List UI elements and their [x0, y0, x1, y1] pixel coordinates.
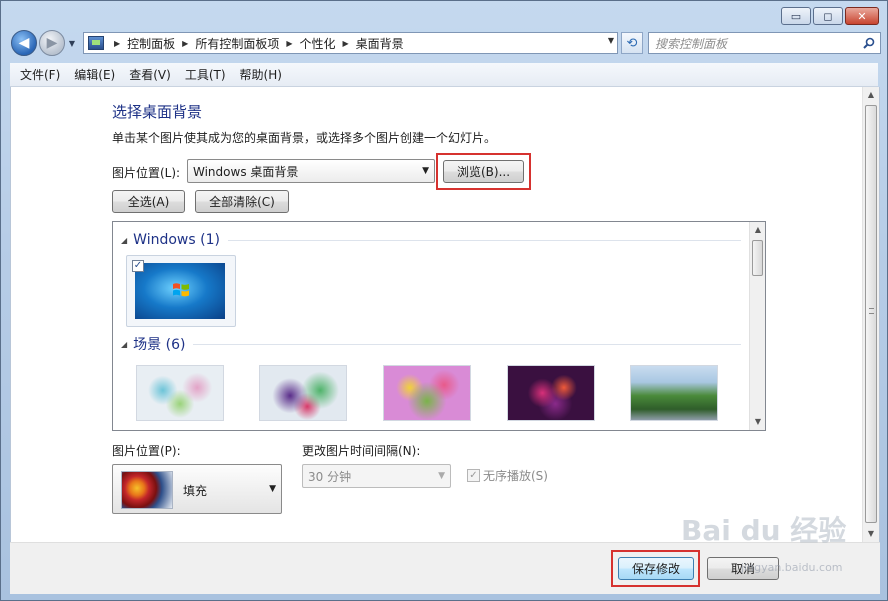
menu-tools[interactable]: 工具(T)	[185, 66, 226, 83]
thumbnail-checkbox[interactable]: ✓	[132, 260, 144, 272]
caption-buttons: ▭ ◻ ✕	[781, 7, 879, 25]
menu-file[interactable]: 文件(F)	[20, 66, 60, 83]
scroll-up-icon[interactable]: ▲	[863, 87, 879, 103]
breadcrumb-desktop-background[interactable]: 桌面背景	[356, 35, 404, 52]
picture-position-value: 填充	[183, 484, 208, 498]
close-button[interactable]: ✕	[845, 7, 879, 25]
content-scrollbar[interactable]: ▲ ▼	[862, 87, 879, 542]
picture-location-value: Windows 桌面背景	[193, 164, 299, 179]
interval-label: 更改图片时间间隔(N):	[302, 444, 421, 458]
chevron-down-icon: ▼	[422, 166, 429, 176]
control-panel-icon	[88, 36, 104, 50]
group-header-windows[interactable]: ◢ Windows (1)	[121, 232, 741, 248]
control-panel-window: ▭ ◻ ✕ ◀ ▶ ▼ ▶ 控制面板 ▶ 所有控制面板项 ▶ 个性化 ▶ 桌面背…	[0, 0, 888, 601]
baidu-watermark-url: jingyan.baidu.com	[741, 561, 843, 574]
chevron-right-icon[interactable]: ▶	[286, 39, 292, 48]
gallery-scrollbar[interactable]: ▲ ▼	[749, 222, 765, 430]
interval-select[interactable]: 30 分钟 ▼	[302, 464, 451, 488]
chevron-right-icon[interactable]: ▶	[114, 39, 120, 48]
recent-pages-dropdown[interactable]: ▼	[67, 39, 77, 48]
shuffle-option[interactable]: ✓ 无序播放(S)	[467, 467, 548, 484]
chevron-down-icon: ▼	[269, 484, 276, 494]
shuffle-checkbox[interactable]: ✓	[467, 469, 480, 482]
select-all-button[interactable]: 全选(A)	[112, 190, 185, 213]
forward-arrow-icon: ▶	[46, 35, 58, 51]
minimize-button[interactable]: ▭	[781, 7, 811, 25]
group-title: 场景 (6)	[133, 337, 186, 353]
thumbnail-scene-1[interactable]	[136, 365, 224, 421]
thumbnail-scene-2[interactable]	[259, 365, 347, 421]
refresh-button[interactable]: ⟲	[621, 32, 643, 54]
collapse-triangle-icon[interactable]: ◢	[121, 236, 127, 245]
breadcrumb: ▶ 控制面板 ▶ 所有控制面板项 ▶ 个性化 ▶ 桌面背景	[107, 35, 404, 52]
address-dropdown-icon[interactable]: ▼	[608, 36, 614, 45]
search-placeholder: 搜索控制面板	[655, 36, 728, 51]
windows-logo-icon	[173, 283, 189, 297]
group-divider	[193, 343, 741, 345]
chevron-right-icon[interactable]: ▶	[343, 39, 349, 48]
scrollbar-thumb[interactable]	[752, 240, 763, 276]
address-bar[interactable]: ▶ 控制面板 ▶ 所有控制面板项 ▶ 个性化 ▶ 桌面背景 ▼	[83, 32, 618, 54]
thumbnail-scene-3[interactable]	[383, 365, 471, 421]
menu-help[interactable]: 帮助(H)	[240, 66, 282, 83]
back-button[interactable]: ◀	[11, 30, 37, 56]
page-description: 单击某个图片使其成为您的桌面背景，或选择多个图片创建一个幻灯片。	[112, 131, 497, 145]
menu-view[interactable]: 查看(V)	[129, 66, 171, 83]
group-header-scenes[interactable]: ◢ 场景 (6)	[121, 334, 741, 354]
search-box[interactable]: 搜索控制面板	[648, 32, 881, 54]
picture-position-label: 图片位置(P):	[112, 444, 181, 458]
back-arrow-icon: ◀	[18, 35, 30, 51]
position-preview-image	[121, 471, 173, 509]
breadcrumb-all-items[interactable]: 所有控制面板项	[195, 35, 279, 52]
shuffle-label: 无序播放(S)	[483, 469, 548, 483]
chevron-right-icon[interactable]: ▶	[182, 39, 188, 48]
breadcrumb-control-panel[interactable]: 控制面板	[127, 35, 175, 52]
picture-location-label: 图片位置(L):	[112, 166, 181, 180]
search-icon[interactable]	[863, 37, 875, 49]
scroll-down-icon[interactable]: ▼	[750, 414, 765, 430]
thumbnail-scene-5[interactable]	[630, 365, 718, 421]
refresh-icon: ⟲	[626, 35, 638, 51]
clear-all-button[interactable]: 全部清除(C)	[195, 190, 289, 213]
save-changes-button[interactable]: 保存修改	[618, 557, 694, 580]
group-divider	[227, 239, 741, 241]
windows-wallpaper-image	[135, 263, 225, 319]
scroll-down-icon[interactable]: ▼	[863, 526, 879, 542]
breadcrumb-personalization[interactable]: 个性化	[300, 35, 336, 52]
picture-position-select[interactable]: 填充 ▼	[112, 464, 282, 514]
page-title: 选择桌面背景	[112, 103, 203, 121]
chevron-down-icon: ▼	[438, 471, 445, 481]
scrollbar-thumb[interactable]	[865, 105, 877, 523]
content-area: 选择桌面背景 单击某个图片使其成为您的桌面背景，或选择多个图片创建一个幻灯片。 …	[10, 87, 880, 542]
browse-button[interactable]: 浏览(B)...	[443, 160, 524, 183]
thumbnail-windows-default[interactable]: ✓	[126, 255, 236, 327]
maximize-button[interactable]: ◻	[813, 7, 843, 25]
background-gallery: ◢ Windows (1) ✓ ◢ 场景 (6) ▲ ▼	[112, 221, 766, 431]
collapse-triangle-icon[interactable]: ◢	[121, 340, 127, 349]
forward-button[interactable]: ▶	[39, 30, 65, 56]
menu-bar: 文件(F) 编辑(E) 查看(V) 工具(T) 帮助(H)	[10, 63, 878, 87]
interval-value: 30 分钟	[308, 469, 352, 484]
scroll-up-icon[interactable]: ▲	[750, 222, 765, 238]
baidu-watermark: Bai du 经验	[681, 514, 847, 547]
menu-edit[interactable]: 编辑(E)	[74, 66, 115, 83]
picture-location-select[interactable]: Windows 桌面背景 ▼	[187, 159, 435, 183]
scrollbar-grip	[869, 308, 874, 314]
group-title: Windows (1)	[133, 232, 220, 248]
navigation-bar: ◀ ▶ ▼ ▶ 控制面板 ▶ 所有控制面板项 ▶ 个性化 ▶ 桌面背景 ▼ ⟲ …	[11, 29, 881, 57]
thumbnail-scene-4[interactable]	[507, 365, 595, 421]
